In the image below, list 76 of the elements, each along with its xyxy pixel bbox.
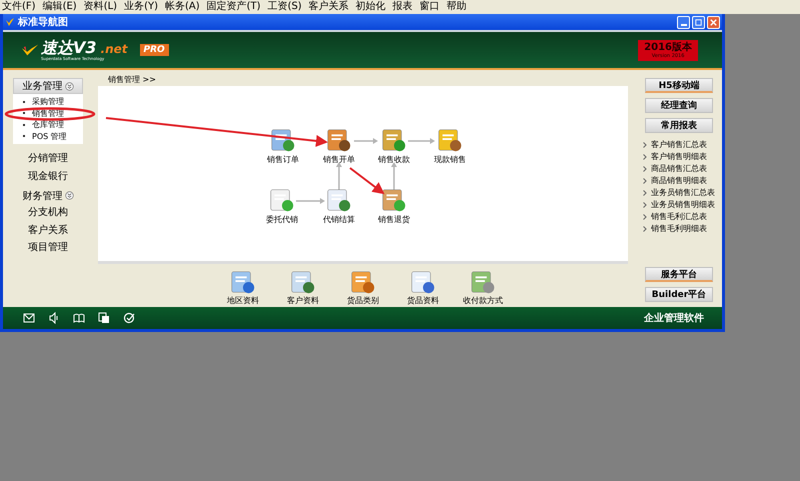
flow-arrow <box>408 138 435 144</box>
minimize-button[interactable] <box>677 16 690 28</box>
book-icon[interactable] <box>73 312 85 324</box>
app-icon <box>5 17 15 27</box>
side-button[interactable]: Builder平台 <box>645 287 713 302</box>
menu-item[interactable]: 工资(S) <box>266 0 307 14</box>
sidebar-item[interactable]: 分销管理 <box>28 150 68 168</box>
flow-node-label[interactable]: 销售订单 <box>267 155 299 165</box>
minimize-icon <box>680 24 686 26</box>
menu-item[interactable]: 帮助 <box>444 0 472 14</box>
menu-item[interactable]: 文件(F) <box>0 0 41 14</box>
flow-node-label[interactable]: 委托代销 <box>266 215 298 225</box>
sidebar-item[interactable]: 分支机构 <box>28 204 68 222</box>
menu-item[interactable]: 资料(L) <box>82 0 122 14</box>
report-link[interactable]: 业务员销售汇总表 <box>651 187 715 199</box>
menu-item[interactable]: 报表 <box>390 0 418 14</box>
version-text: 2016版本 <box>644 42 692 52</box>
breadcrumb: 销售管理 >> <box>107 74 157 86</box>
footer-text: 企业管理软件 <box>644 312 704 325</box>
menu-item[interactable]: 初始化 <box>354 0 391 14</box>
report-link[interactable]: 商品销售明细表 <box>651 175 707 187</box>
close-button[interactable] <box>707 16 720 28</box>
menu-item[interactable]: 客户关系 <box>306 0 354 14</box>
flow-node-label[interactable]: 销售退货 <box>378 215 410 225</box>
report-link[interactable]: 销售毛利汇总表 <box>651 211 707 223</box>
sidebar-item[interactable]: 项目管理 <box>28 239 68 256</box>
report-link[interactable]: 客户销售明细表 <box>651 151 707 163</box>
menu-item[interactable]: 编辑(E) <box>40 0 82 14</box>
side-button[interactable]: 经理查询 <box>645 98 713 113</box>
menu-item[interactable]: 帐务(A) <box>162 0 205 14</box>
maximize-button[interactable] <box>692 16 705 28</box>
tool-link[interactable]: 地区资料 <box>227 296 259 306</box>
side-button[interactable]: 常用报表 <box>645 118 713 133</box>
maximize-icon <box>694 18 703 26</box>
flow-node-label[interactable]: 代销结算 <box>323 215 355 225</box>
menu-item[interactable]: 固定资产(T) <box>204 0 266 14</box>
tool-link[interactable]: 客户资料 <box>287 296 319 306</box>
report-link[interactable]: 商品销售汇总表 <box>651 163 707 175</box>
check-circle-icon[interactable] <box>123 312 135 324</box>
submenu-item[interactable]: POS 管理 <box>32 130 67 142</box>
flow-arrow <box>296 198 325 204</box>
report-link[interactable]: 销售毛利明细表 <box>651 223 707 235</box>
tool-link[interactable]: 收付款方式 <box>463 296 503 306</box>
flow-arrow <box>336 162 342 190</box>
flow-arrow <box>354 138 378 144</box>
close-icon <box>709 18 718 26</box>
report-link[interactable]: 业务员销售明细表 <box>651 199 715 211</box>
flow-node-label[interactable]: 销售开单 <box>323 155 355 165</box>
expand-icon <box>64 82 74 90</box>
side-button[interactable]: H5移动端 <box>645 78 713 93</box>
sidebar-item[interactable]: 现金银行 <box>28 168 68 185</box>
menu-item[interactable]: 业务(Y) <box>122 0 163 14</box>
logo-icon <box>21 43 39 57</box>
submenu-item[interactable]: 仓库管理 <box>32 119 64 130</box>
speaker-icon[interactable] <box>48 312 60 324</box>
mail-icon[interactable] <box>23 312 35 324</box>
tool-link[interactable]: 货品类别 <box>347 296 379 306</box>
window-title: 标准导航图 <box>18 15 68 29</box>
report-link[interactable]: 客户销售汇总表 <box>651 139 707 151</box>
annotation-arrow <box>349 167 385 194</box>
flow-arrow <box>391 162 397 190</box>
sidebar-group[interactable]: 财务管理 <box>13 187 83 204</box>
flow-node-label[interactable]: 销售收款 <box>378 155 410 165</box>
flow-node-label[interactable]: 现款销售 <box>434 155 466 165</box>
expand-icon <box>64 191 74 200</box>
sidebar-item[interactable]: 客户关系 <box>28 222 68 239</box>
sidebar-group[interactable]: 业务管理 <box>13 78 83 94</box>
logo-suffix: .net <box>100 42 128 56</box>
logo-text: 速达V3 <box>41 40 97 56</box>
submenu-item[interactable]: 采购管理 <box>32 96 64 108</box>
copy-icon[interactable] <box>98 312 110 324</box>
menu-item[interactable]: 窗口 <box>418 0 445 14</box>
side-button[interactable]: 服务平台 <box>645 267 713 282</box>
submenu-item[interactable]: 销售管理 <box>32 108 64 119</box>
tool-link[interactable]: 货品资料 <box>407 296 439 306</box>
edition-badge: PRO <box>140 44 169 56</box>
